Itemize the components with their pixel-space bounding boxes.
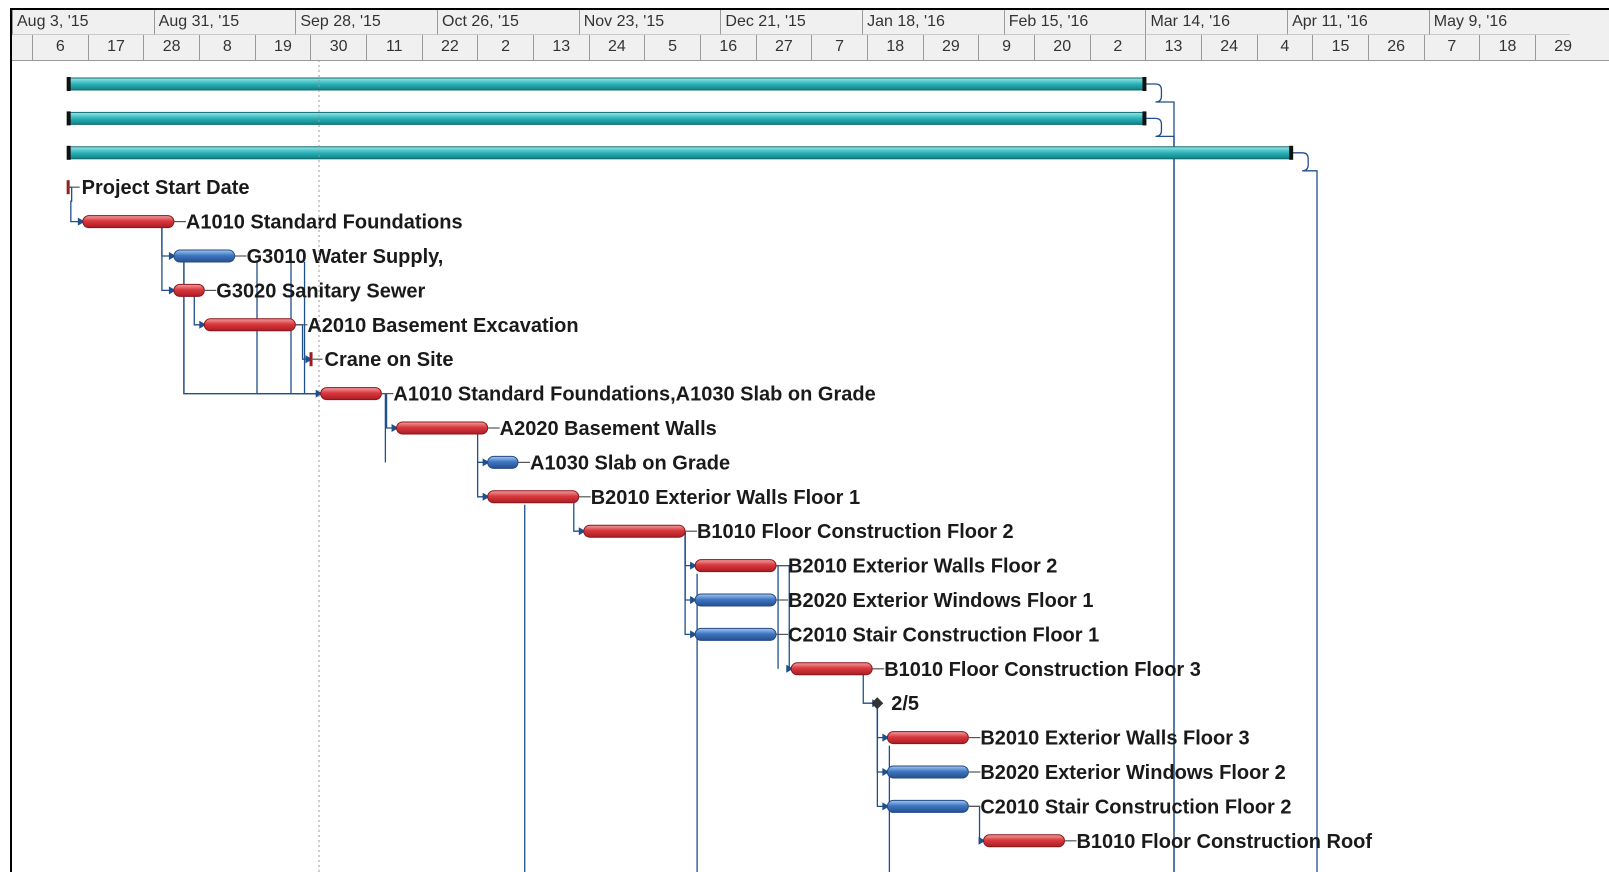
task-label: B2010 Exterior Walls Floor 2 bbox=[788, 556, 1057, 578]
milestone-marker[interactable] bbox=[309, 352, 323, 367]
task-label: A1010 Standard Foundations bbox=[186, 212, 463, 234]
critical-task-bar[interactable] bbox=[790, 662, 873, 676]
task-label: C2010 Stair Construction Floor 2 bbox=[980, 796, 1291, 818]
summary-bar[interactable] bbox=[66, 77, 1147, 91]
gantt-bars-area: Project Start Date A1010 Standard Foundat… bbox=[66, 60, 1373, 872]
dependency-link bbox=[876, 702, 886, 739]
critical-task-bar[interactable] bbox=[82, 215, 175, 229]
dependency-link bbox=[1145, 117, 1175, 872]
critical-task-bar[interactable] bbox=[886, 731, 969, 745]
task-label: G3010 Water Supply, bbox=[247, 246, 444, 268]
gantt-frame: Aug 3, '15 Aug 31, '15 Sep 28, '15 Oct 26, … bbox=[10, 8, 1609, 872]
task-label: A1030 Slab on Grade bbox=[530, 452, 730, 474]
task-label: B1010 Floor Construction Floor 2 bbox=[697, 521, 1014, 543]
critical-task-bar[interactable] bbox=[487, 490, 580, 504]
milestone-marker[interactable] bbox=[66, 180, 80, 195]
task-label: B2020 Exterior Windows Floor 2 bbox=[980, 762, 1285, 784]
critical-task-bar[interactable] bbox=[173, 283, 205, 297]
task-bar[interactable] bbox=[173, 249, 236, 263]
task-label: 2/5 bbox=[891, 693, 919, 715]
task-label: G3020 Sanitary Sewer bbox=[216, 280, 425, 302]
task-bar[interactable] bbox=[694, 627, 777, 641]
dependency-link bbox=[876, 702, 886, 808]
dependency-link bbox=[1292, 152, 1318, 872]
task-bar[interactable] bbox=[886, 799, 969, 813]
task-label: B2010 Exterior Walls Floor 1 bbox=[591, 487, 860, 509]
critical-task-bar[interactable] bbox=[203, 318, 296, 332]
summary-bar[interactable] bbox=[66, 111, 1147, 126]
critical-task-bar[interactable] bbox=[694, 559, 777, 573]
dependency-link bbox=[1145, 83, 1175, 872]
task-bar[interactable] bbox=[886, 765, 969, 779]
critical-task-bar[interactable] bbox=[320, 387, 382, 401]
task-label: Crane on Site bbox=[325, 349, 454, 371]
task-label: B1010 Floor Construction Roof bbox=[1076, 831, 1372, 853]
gantt-chart-view: Aug 3, '15 Aug 31, '15 Sep 28, '15 Oct 26, … bbox=[0, 0, 1609, 872]
dependency-link bbox=[684, 530, 694, 636]
task-label: B2020 Exterior Windows Floor 1 bbox=[788, 590, 1093, 612]
task-bar[interactable] bbox=[487, 455, 519, 469]
task-label: B1010 Floor Construction Floor 3 bbox=[884, 659, 1201, 681]
summary-bar[interactable] bbox=[66, 145, 1294, 160]
critical-task-bar[interactable] bbox=[583, 524, 686, 538]
task-bar[interactable] bbox=[694, 593, 777, 607]
critical-task-bar[interactable] bbox=[983, 834, 1065, 848]
critical-task-bar[interactable] bbox=[396, 421, 489, 435]
milestone-diamond[interactable] bbox=[871, 697, 884, 710]
task-label: A2020 Basement Walls bbox=[500, 418, 717, 440]
dependency-links bbox=[67, 83, 1318, 872]
task-labels: Project Start Date A1010 Standard Foundat… bbox=[82, 177, 1373, 853]
task-label: C2010 Stair Construction Floor 1 bbox=[788, 624, 1099, 646]
task-label: Project Start Date bbox=[82, 177, 250, 199]
task-label: A1010 Standard Foundations,A1030 Slab on… bbox=[393, 384, 875, 406]
task-label: A2010 Basement Excavation bbox=[307, 315, 578, 337]
task-label: B2010 Exterior Walls Floor 3 bbox=[980, 728, 1249, 750]
dependency-link bbox=[684, 530, 694, 567]
